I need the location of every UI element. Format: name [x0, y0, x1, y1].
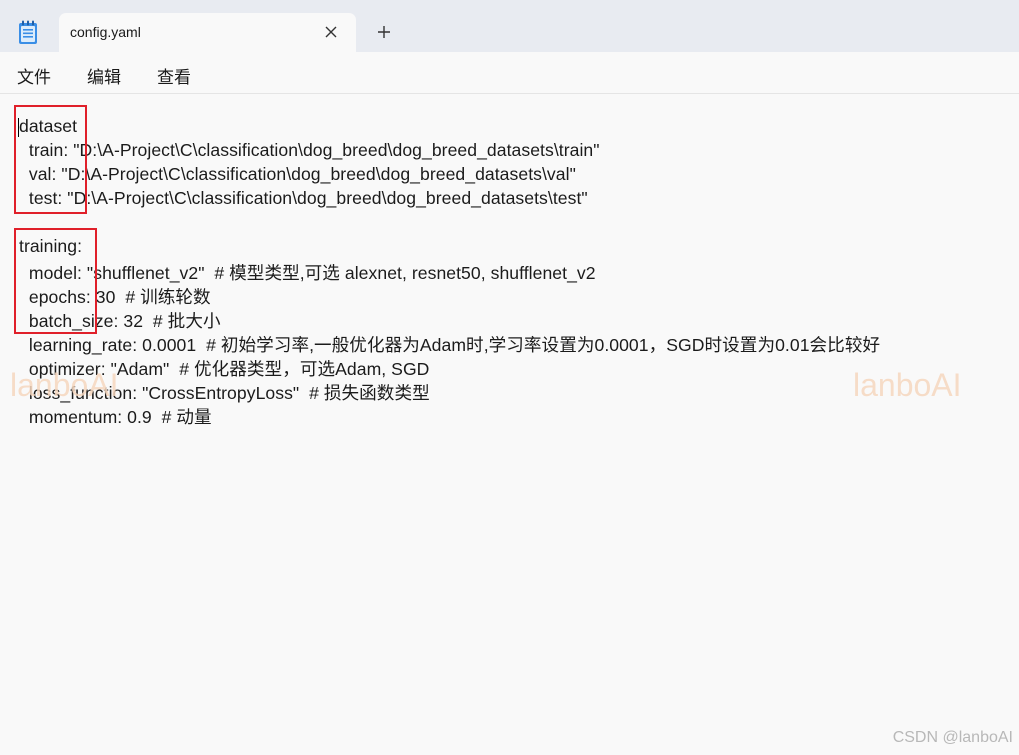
code-line: momentum: 0.9 # 动量: [19, 407, 212, 427]
watermark-left: lanboAI: [10, 367, 119, 403]
notepad-window: config.yaml 文件 编辑 查看 dataset train: "D:\…: [0, 0, 1019, 755]
code-line: train: "D:\A-Project\C\classification\do…: [19, 140, 600, 160]
watermark-right: lanboAI: [853, 367, 962, 403]
tab-title: config.yaml: [70, 24, 141, 40]
credit-text: CSDN @lanboAI: [892, 729, 1013, 746]
tab-bar: config.yaml: [0, 0, 1019, 52]
menu-bar: 文件 编辑 查看: [0, 52, 1019, 94]
text-editor[interactable]: dataset train: "D:\A-Project\C\classific…: [0, 95, 1019, 755]
menu-file[interactable]: 文件: [17, 63, 51, 88]
highlight-box-training: [14, 228, 97, 334]
tab-config-yaml[interactable]: config.yaml: [59, 13, 356, 52]
code-line: model: "shufflenet_v2" # 模型类型,可选 alexnet…: [19, 263, 596, 283]
plus-icon[interactable]: [374, 22, 394, 42]
close-icon[interactable]: [321, 22, 341, 42]
menu-edit[interactable]: 编辑: [87, 63, 121, 88]
menu-view[interactable]: 查看: [157, 63, 191, 88]
code-line: learning_rate: 0.0001 # 初始学习率,一般优化器为Adam…: [19, 335, 881, 355]
notepad-icon: [17, 19, 39, 45]
code-line: test: "D:\A-Project\C\classification\dog…: [19, 188, 588, 208]
highlight-box-dataset: [14, 105, 87, 214]
code-line: val: "D:\A-Project\C\classification\dog_…: [19, 164, 576, 184]
